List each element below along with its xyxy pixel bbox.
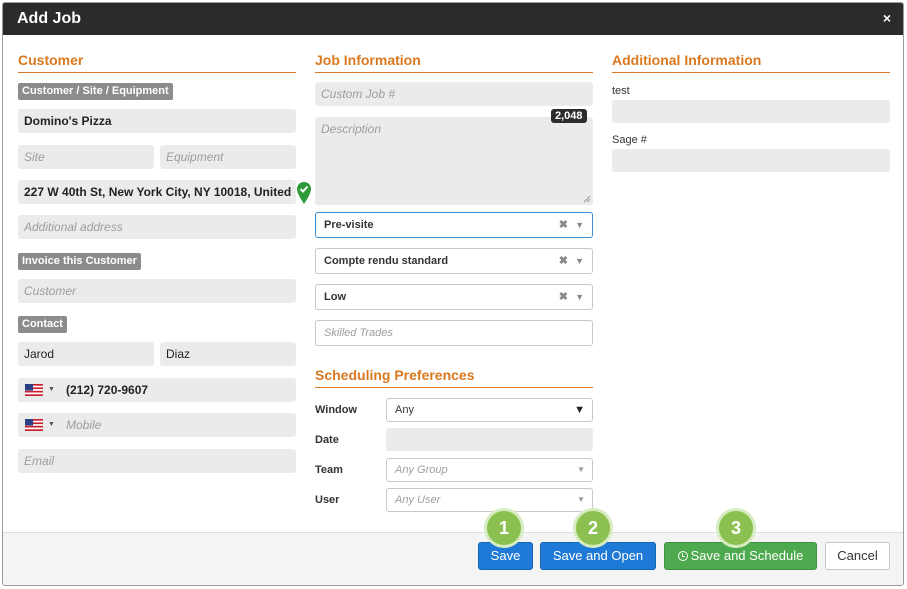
invoice-customer-tag: Invoice this Customer xyxy=(18,253,141,270)
us-flag-icon[interactable] xyxy=(25,384,43,396)
invoice-customer-field[interactable]: Customer xyxy=(18,279,296,303)
skilled-trades-placeholder: Skilled Trades xyxy=(324,327,393,339)
window-value: Any xyxy=(395,404,414,416)
user-select[interactable]: Any User ▼ xyxy=(386,488,593,512)
sage-number-label: Sage # xyxy=(612,134,647,146)
map-pin-check-icon xyxy=(297,182,311,204)
report-template-value: Compte rendu standard xyxy=(324,255,449,267)
mobile-placeholder: Mobile xyxy=(66,418,102,432)
dialog-titlebar: Add Job × xyxy=(3,3,903,35)
custom-field-test[interactable] xyxy=(612,100,890,123)
team-placeholder: Any Group xyxy=(395,464,448,476)
customer-section-divider xyxy=(18,72,296,73)
save-and-schedule-label: Save and Schedule xyxy=(690,548,804,563)
chevron-down-icon: ▼ xyxy=(575,220,584,230)
job-type-select[interactable]: Pre-visite ✖ ▼ xyxy=(315,212,593,238)
mobile-field[interactable]: ▼ Mobile xyxy=(18,413,296,437)
first-name-field[interactable]: Jarod xyxy=(18,342,154,366)
job-info-section-title: Job Information xyxy=(315,52,421,68)
additional-info-section-title: Additional Information xyxy=(612,52,762,68)
description-field[interactable]: Description xyxy=(315,117,593,205)
contact-tag: Contact xyxy=(18,316,67,333)
additional-info-section-divider xyxy=(612,72,890,73)
report-template-select[interactable]: Compte rendu standard ✖ ▼ xyxy=(315,248,593,274)
email-field[interactable]: Email xyxy=(18,449,296,473)
chevron-down-icon: ▼ xyxy=(577,465,585,474)
dialog-title: Add Job xyxy=(17,10,81,27)
us-flag-icon[interactable] xyxy=(25,419,43,431)
date-field[interactable] xyxy=(386,428,593,451)
resize-handle-icon[interactable] xyxy=(583,195,591,203)
phone-field[interactable]: ▼ (212) 720-9607 xyxy=(18,378,296,402)
scheduling-section-divider xyxy=(315,387,593,388)
job-info-section-divider xyxy=(315,72,593,73)
window-select[interactable]: Any ▼ xyxy=(386,398,593,422)
additional-address-field[interactable]: Additional address xyxy=(18,215,296,239)
step-marker-2: 2 xyxy=(573,508,613,548)
clear-icon[interactable]: ✖ xyxy=(559,213,568,237)
chevron-down-icon: ▼ xyxy=(577,495,585,504)
step-marker-1: 1 xyxy=(484,508,524,548)
phone-value: (212) 720-9607 xyxy=(66,383,149,397)
chevron-down-icon: ▼ xyxy=(574,404,585,416)
customer-site-equipment-tag: Customer / Site / Equipment xyxy=(18,83,173,100)
chevron-down-icon: ▼ xyxy=(48,386,55,393)
equipment-field[interactable]: Equipment xyxy=(160,145,296,169)
priority-select[interactable]: Low ✖ ▼ xyxy=(315,284,593,310)
custom-job-number-field[interactable]: Custom Job # xyxy=(315,82,593,106)
cancel-button[interactable]: Cancel xyxy=(825,542,890,570)
scheduling-section-title: Scheduling Preferences xyxy=(315,367,475,383)
custom-field-test-label: test xyxy=(612,85,630,97)
chevron-down-icon: ▼ xyxy=(575,292,584,302)
job-type-value: Pre-visite xyxy=(324,219,374,231)
team-select[interactable]: Any Group ▼ xyxy=(386,458,593,482)
customer-field[interactable]: Domino's Pizza xyxy=(18,109,296,133)
character-counter: 2,048 xyxy=(551,109,587,123)
address-field[interactable]: 227 W 40th St, New York City, NY 10018, … xyxy=(18,180,296,204)
date-label: Date xyxy=(315,434,339,446)
window-label: Window xyxy=(315,404,358,416)
skilled-trades-field[interactable]: Skilled Trades xyxy=(315,320,593,346)
chevron-down-icon: ▼ xyxy=(48,421,55,428)
site-field[interactable]: Site xyxy=(18,145,154,169)
add-job-dialog: Add Job × Customer Customer / Site / Equ… xyxy=(2,2,904,586)
last-name-field[interactable]: Diaz xyxy=(160,342,296,366)
team-label: Team xyxy=(315,464,343,476)
close-icon[interactable]: × xyxy=(883,10,891,26)
clear-icon[interactable]: ✖ xyxy=(559,285,568,309)
clear-icon[interactable]: ✖ xyxy=(559,249,568,273)
chevron-down-icon: ▼ xyxy=(575,256,584,266)
customer-section-title: Customer xyxy=(18,52,84,68)
user-label: User xyxy=(315,494,340,506)
sage-number-field[interactable] xyxy=(612,149,890,172)
step-marker-3: 3 xyxy=(716,508,756,548)
user-placeholder: Any User xyxy=(395,494,441,506)
priority-value: Low xyxy=(324,291,346,303)
clock-icon xyxy=(677,551,688,561)
description-placeholder: Description xyxy=(321,122,382,136)
